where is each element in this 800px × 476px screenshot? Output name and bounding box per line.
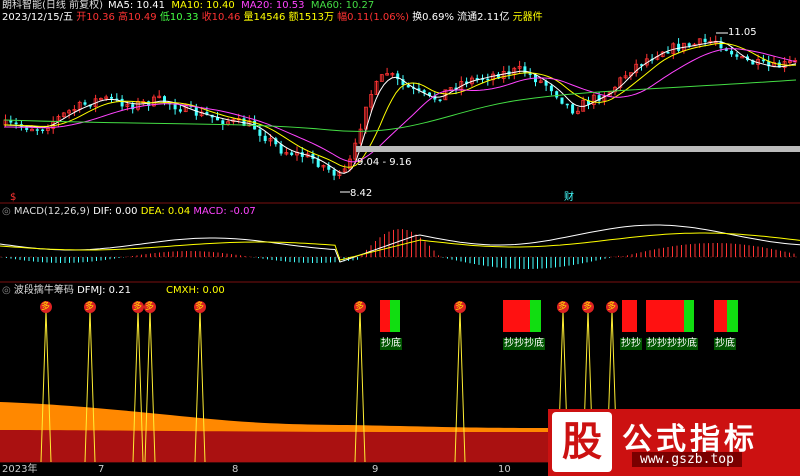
- xaxis-label-0: 2023年: [2, 464, 38, 475]
- candle-body: [14, 122, 18, 125]
- spike-label: 多: [85, 302, 95, 312]
- candle-body: [560, 97, 564, 104]
- macd-dif: DIF: 0.00: [93, 206, 138, 217]
- quote-device: 元器件: [512, 12, 543, 23]
- xaxis-label-2: 8: [232, 464, 239, 475]
- candle-body: [290, 152, 294, 155]
- candle-body: [677, 43, 681, 51]
- macd-title[interactable]: MACD(12,26,9): [14, 206, 90, 217]
- signal-label: 抄底: [380, 338, 402, 350]
- watermark-url: www.gszb.top: [632, 452, 742, 467]
- candle-body: [703, 38, 707, 42]
- quote-change: 幅0.11(1.06%): [337, 12, 409, 23]
- candle-body: [110, 96, 113, 99]
- quote-open: 开10.36: [76, 12, 115, 23]
- quote-turnover: 换0.69%: [412, 12, 454, 23]
- candle-body: [173, 104, 177, 110]
- ma5-line: [3, 41, 797, 174]
- spike-label: 多: [133, 302, 143, 312]
- quote-bar: 2023/12/15/五 开10.36 高10.49 低10.33 收10.46…: [2, 12, 543, 24]
- range-band: [356, 146, 800, 152]
- candle-body: [735, 54, 739, 57]
- indicator-header: ◎ 波段擒牛筹码 DFMJ: 0.21: [2, 285, 131, 297]
- spike-label: 多: [558, 302, 568, 312]
- indicator-title[interactable]: 波段擒牛筹码: [14, 285, 74, 296]
- candle-body: [120, 98, 124, 107]
- stock-title[interactable]: 朗科智能(日线 前复权): [2, 0, 103, 12]
- candle-body: [263, 135, 267, 141]
- candle-body: [332, 169, 336, 176]
- signal-block-green: [727, 300, 738, 332]
- indicator-cmxh: CMXH: 0.00: [166, 285, 225, 296]
- ma60-label: MA60: 10.27: [310, 0, 375, 11]
- candle-body: [666, 51, 670, 54]
- spike-label: 多: [455, 302, 465, 312]
- ma20-label: MA20: 10.53: [241, 0, 305, 11]
- candle-body: [523, 66, 527, 74]
- macd-value: MACD: -0.07: [193, 206, 256, 217]
- signal-label: 抄抄抄抄底: [646, 338, 698, 350]
- signal-block-green: [530, 300, 541, 332]
- signal-block-green: [684, 300, 694, 332]
- ma10-label: MA10: 10.40: [171, 0, 235, 11]
- low-price-mark: 8.42: [350, 188, 373, 199]
- candle-body: [178, 109, 182, 112]
- candle-body: [41, 129, 45, 131]
- candle-body: [258, 129, 262, 136]
- left-mark: $: [10, 192, 17, 203]
- range-mark: 9.04 - 9.16: [357, 157, 412, 168]
- quote-low: 低10.33: [159, 12, 199, 23]
- candle-body: [730, 50, 734, 55]
- candle-body: [571, 104, 575, 114]
- quote-date: 2023/12/15/五: [2, 12, 74, 23]
- signal-block-red: [503, 300, 530, 332]
- spike-label: 多: [355, 302, 365, 312]
- signal-block-green: [390, 300, 400, 332]
- macd-dea: DEA: 0.04: [140, 206, 191, 217]
- signal-block-red: [380, 300, 390, 332]
- quote-high: 高10.49: [118, 12, 157, 23]
- candle-body: [35, 129, 39, 131]
- candle-body: [83, 102, 87, 105]
- macd-settings-icon[interactable]: ◎: [2, 206, 11, 217]
- price-chart-canvas: [0, 32, 800, 463]
- candle-body: [528, 73, 532, 75]
- chip-area-red: [0, 430, 548, 462]
- quote-float: 流通2.11亿: [457, 12, 510, 23]
- xaxis-label-4: 10: [498, 464, 511, 475]
- signal-block-red: [646, 300, 684, 332]
- macd-header: ◎ MACD(12,26,9) DIF: 0.00 DEA: 0.04 MACD…: [2, 206, 256, 218]
- candle-body: [687, 43, 691, 46]
- xaxis-label-3: 9: [372, 464, 379, 475]
- candle-body: [221, 120, 225, 125]
- spike-label: 多: [41, 302, 51, 312]
- candle-body: [549, 85, 553, 92]
- signal-label: 抄抄: [620, 338, 642, 350]
- ma5-label: MA5: 10.41: [108, 0, 166, 11]
- quote-close: 收10.46: [201, 12, 241, 23]
- xaxis-label-1: 7: [98, 464, 105, 475]
- ma-legend: MA5: 10.41 MA10: 10.40 MA20: 10.53 MA60:…: [108, 0, 374, 12]
- candle-body: [565, 103, 569, 106]
- dif-line: [0, 224, 800, 263]
- spike-label: 多: [583, 302, 593, 312]
- indicator-dfmj: DFMJ: 0.21: [77, 285, 131, 296]
- candle-body: [555, 91, 559, 98]
- spike-label: 多: [195, 302, 205, 312]
- watermark-logo-char: 股: [562, 418, 602, 465]
- quote-volume: 量14546: [243, 12, 286, 23]
- spike-label: 多: [145, 302, 155, 312]
- candle-body: [438, 99, 442, 101]
- indicator-settings-icon[interactable]: ◎: [2, 285, 11, 296]
- quote-amount: 额1513万: [288, 12, 334, 23]
- spike-label: 多: [607, 302, 617, 312]
- signal-label: 抄底: [714, 338, 736, 350]
- high-price-mark: 11.05: [728, 27, 757, 38]
- candle-body: [486, 78, 490, 81]
- signal-block-red: [714, 300, 727, 332]
- fin-mark[interactable]: 财: [564, 192, 574, 204]
- signal-block-red: [622, 300, 637, 332]
- candle-body: [279, 144, 283, 154]
- signal-label: 抄抄抄底: [503, 338, 545, 350]
